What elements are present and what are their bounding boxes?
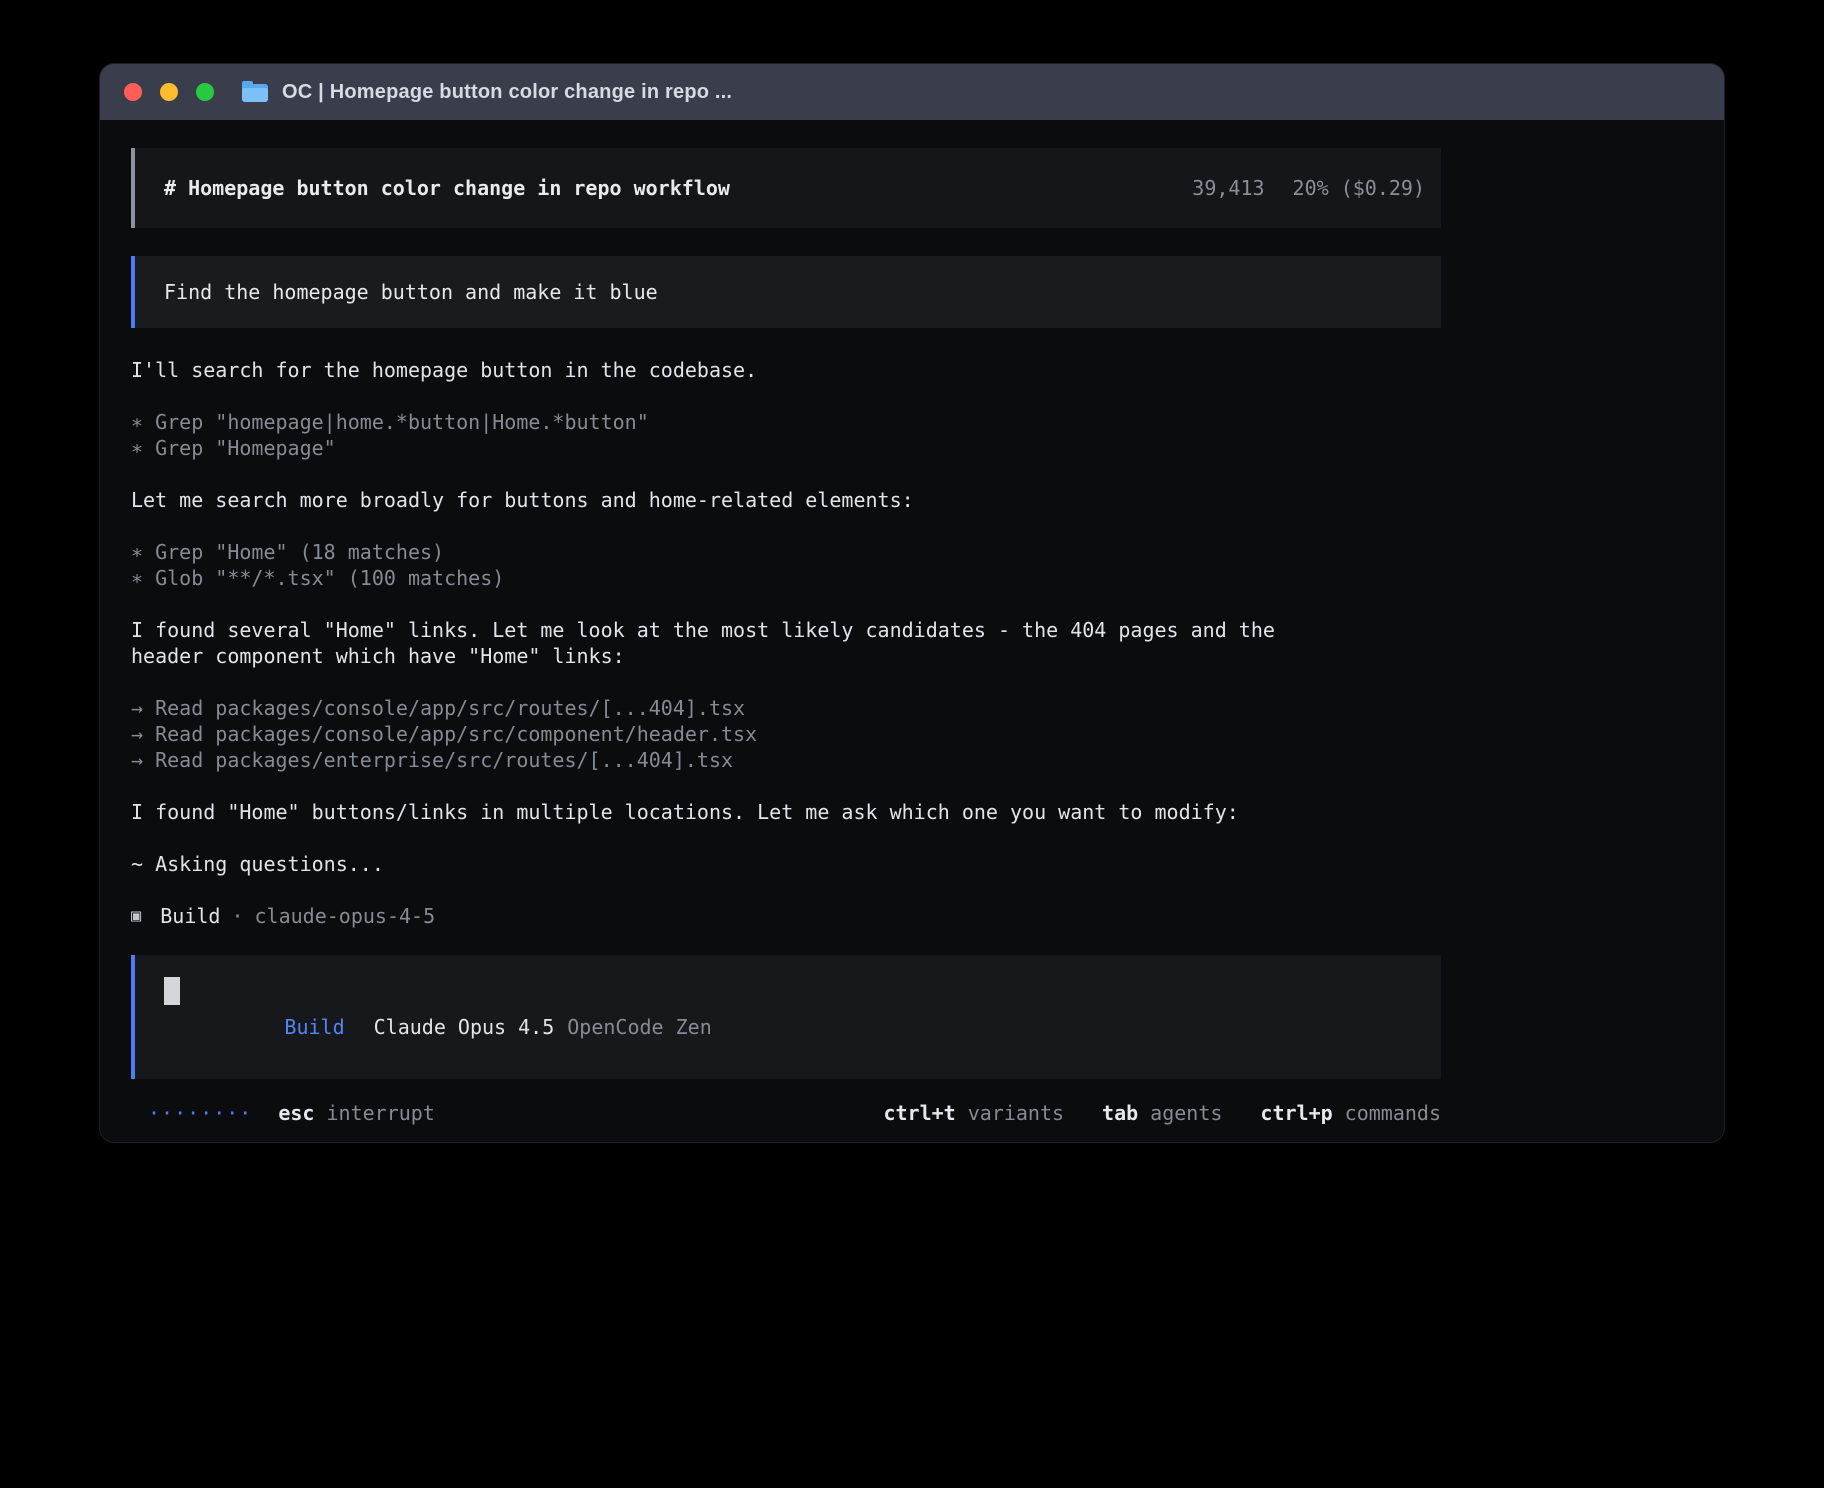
agent-status-line: ▣ Build · claude-opus-4-5: [131, 903, 1441, 929]
close-button[interactable]: [124, 83, 142, 101]
separator-dot: ·: [231, 904, 243, 928]
agent-name: Build: [160, 904, 220, 928]
tool-call-grep: ∗ Grep "homepage|home.*button|Home.*butt…: [131, 409, 1441, 435]
token-count: 39,413: [1192, 176, 1264, 200]
model-status-line: Build Claude Opus 4.5 OpenCode Zen: [164, 991, 712, 1063]
tool-call-read: → Read packages/console/app/src/componen…: [131, 721, 1441, 747]
terminal-window: OC | Homepage button color change in rep…: [100, 64, 1724, 1142]
provider-name: OpenCode Zen: [567, 1015, 712, 1039]
model-name: Claude Opus 4.5: [374, 1015, 555, 1039]
tool-call-read: → Read packages/console/app/src/routes/[…: [131, 695, 1441, 721]
ctrl-t-key: ctrl+t: [883, 1101, 955, 1125]
assistant-text: header component which have "Home" links…: [131, 643, 1441, 669]
session-stats: 39,413 20% ($0.29): [1192, 176, 1425, 200]
tab-key: tab: [1102, 1101, 1138, 1125]
session-header: # Homepage button color change in repo w…: [131, 148, 1441, 228]
agent-model: claude-opus-4-5: [255, 904, 436, 928]
commands-hint: ctrl+p commands: [1260, 1101, 1441, 1125]
esc-key-hint: esc: [278, 1101, 314, 1125]
window-title: OC | Homepage button color change in rep…: [282, 81, 732, 104]
zoom-button[interactable]: [196, 83, 214, 101]
assistant-text: I found "Home" buttons/links in multiple…: [131, 799, 1441, 825]
progress-dots: ········: [148, 1101, 252, 1125]
esc-key-label: interrupt: [326, 1101, 434, 1125]
minimize-button[interactable]: [160, 83, 178, 101]
agents-hint: tab agents: [1102, 1101, 1222, 1125]
variants-label: variants: [968, 1101, 1064, 1125]
assistant-text: I'll search for the homepage button in t…: [131, 357, 1441, 383]
commands-label: commands: [1345, 1101, 1441, 1125]
tool-call-grep: ∗ Grep "Home" (18 matches): [131, 539, 1441, 565]
user-message-text: Find the homepage button and make it blu…: [164, 280, 658, 304]
context-usage: 20% ($0.29): [1293, 176, 1425, 200]
prompt-input-area[interactable]: Build Claude Opus 4.5 OpenCode Zen: [131, 955, 1441, 1079]
traffic-lights: [124, 83, 214, 101]
tool-call-grep: ∗ Grep "Homepage": [131, 435, 1441, 461]
assistant-text: Let me search more broadly for buttons a…: [131, 487, 1441, 513]
tool-call-read: → Read packages/enterprise/src/routes/[.…: [131, 747, 1441, 773]
status-bar: ········ esc interrupt ctrl+t variants ta…: [131, 1099, 1441, 1127]
ctrl-p-key: ctrl+p: [1260, 1101, 1332, 1125]
title-bar: OC | Homepage button color change in rep…: [100, 64, 1724, 120]
assistant-text: I found several "Home" links. Let me loo…: [131, 617, 1441, 643]
session-title: # Homepage button color change in repo w…: [164, 176, 730, 200]
assistant-status: ~ Asking questions...: [131, 851, 1441, 877]
assistant-transcript: I'll search for the homepage button in t…: [131, 357, 1441, 929]
variants-hint: ctrl+t variants: [883, 1101, 1064, 1125]
folder-icon: [242, 82, 268, 102]
mode-label: Build: [284, 1015, 344, 1039]
user-message: Find the homepage button and make it blu…: [131, 256, 1441, 328]
build-agent-icon: ▣: [131, 906, 141, 926]
agents-label: agents: [1150, 1101, 1222, 1125]
tool-call-glob: ∗ Glob "**/*.tsx" (100 matches): [131, 565, 1441, 591]
